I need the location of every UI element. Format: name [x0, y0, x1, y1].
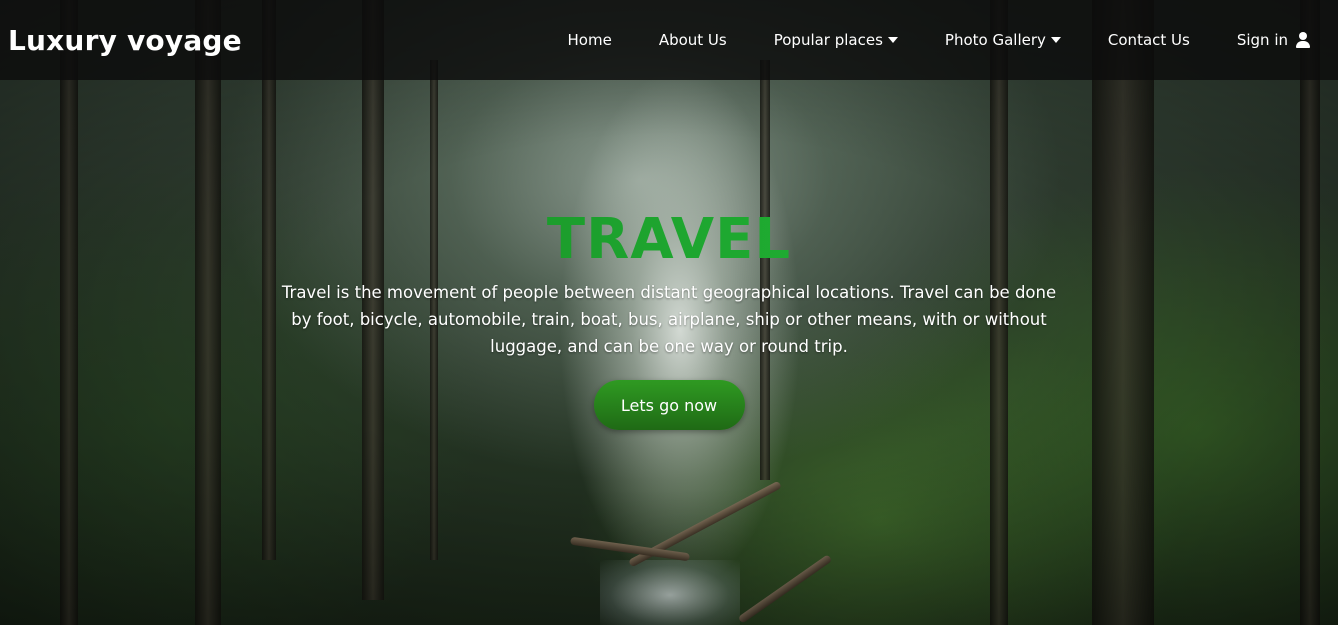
nav-photo-gallery-label: Photo Gallery	[944, 31, 1046, 49]
caret-down-icon	[1050, 37, 1061, 43]
hero-description: Travel is the movement of people between…	[281, 283, 1057, 356]
caret-down-icon	[887, 37, 898, 43]
nav-about-us-label: About Us	[658, 31, 727, 49]
nav-contact-us[interactable]: Contact Us	[1108, 31, 1190, 49]
main-nav: Home About Us Popular places Photo Galle…	[521, 0, 1310, 80]
nav-sign-in[interactable]: Sign in	[1237, 31, 1310, 49]
nav-popular-places-label: Popular places	[773, 31, 883, 49]
brand-logo-text[interactable]: Luxury voyage	[8, 24, 242, 57]
nav-home[interactable]: Home	[568, 31, 612, 49]
nav-home-label: Home	[567, 31, 612, 49]
nav-sign-in-label: Sign in	[1236, 31, 1288, 49]
navbar: Luxury voyage Home About Us Popular plac…	[0, 0, 1338, 80]
nav-popular-places-dropdown[interactable]: Popular places	[774, 31, 898, 49]
nav-photo-gallery-dropdown[interactable]: Photo Gallery	[945, 31, 1061, 49]
nav-about-us[interactable]: About Us	[659, 31, 727, 49]
hero-section: TRAVEL Travel is the movement of people …	[0, 205, 1338, 430]
nav-contact-us-label: Contact Us	[1107, 31, 1190, 49]
lets-go-now-button[interactable]: Lets go now	[593, 380, 745, 430]
page: Luxury voyage Home About Us Popular plac…	[0, 0, 1338, 625]
user-icon	[1296, 32, 1310, 48]
hero-title: TRAVEL	[0, 205, 1338, 275]
